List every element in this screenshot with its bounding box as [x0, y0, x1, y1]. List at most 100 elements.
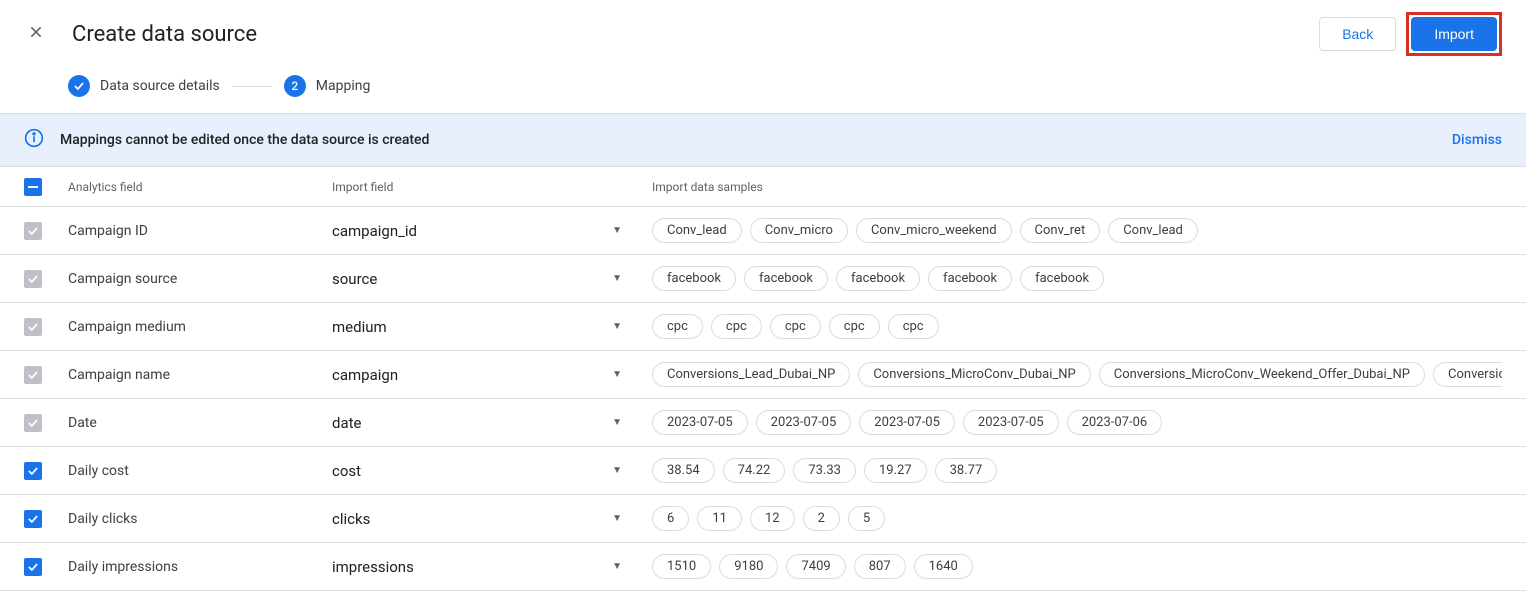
samples-cell: Conversions_Lead_Dubai_NPConversions_Mic…	[652, 362, 1502, 387]
sample-chip: 74.22	[723, 458, 786, 483]
import-field-dropdown[interactable]: medium▼	[332, 318, 652, 336]
sample-chip: 9180	[719, 554, 778, 579]
import-field-value: source	[332, 270, 377, 288]
import-field-dropdown[interactable]: cost ▼	[332, 462, 652, 480]
sample-chip: Conv_micro	[750, 218, 848, 243]
sample-chip: cpc	[770, 314, 821, 339]
import-field-value: clicks	[332, 510, 370, 528]
analytics-field-cell: Campaign medium	[68, 319, 332, 335]
sample-chip: 2023-07-05	[859, 410, 955, 435]
import-field-dropdown[interactable]: source ▼	[332, 270, 652, 288]
dismiss-button[interactable]: Dismiss	[1452, 132, 1502, 148]
step-1[interactable]: Data source details	[68, 75, 220, 97]
sample-chip: 5	[848, 506, 885, 531]
analytics-field-cell: Daily impressions	[68, 559, 332, 575]
back-button[interactable]: Back	[1319, 17, 1396, 51]
sample-chip: cpc	[829, 314, 880, 339]
step-label: Mapping	[316, 78, 371, 94]
col-header-import: Import field	[332, 180, 652, 194]
import-field-value: campaign_id	[332, 222, 417, 240]
sample-chip: facebook	[836, 266, 920, 291]
checkbox-cell	[24, 414, 68, 432]
analytics-field-cell: Campaign ID	[68, 223, 332, 239]
import-field-dropdown[interactable]: clicks ▼	[332, 510, 652, 528]
col-header-samples: Import data samples	[652, 180, 1502, 194]
sample-chip: facebook	[744, 266, 828, 291]
row-checkbox[interactable]	[24, 414, 42, 432]
import-field-dropdown[interactable]: campaign▼	[332, 366, 652, 384]
import-field-dropdown[interactable]: date▼	[332, 414, 652, 432]
checkbox-cell	[24, 318, 68, 336]
analytics-field-cell: Date	[68, 415, 332, 431]
import-field-value: impressions	[332, 558, 414, 576]
sample-chip: 1510	[652, 554, 711, 579]
row-checkbox[interactable]	[24, 510, 42, 528]
info-icon	[24, 128, 44, 152]
sample-chip: Conv_ret	[1020, 218, 1101, 243]
table-row: Datedate▼2023-07-052023-07-052023-07-052…	[0, 399, 1526, 447]
table-row: Campaign namecampaign▼Conversions_Lead_D…	[0, 351, 1526, 399]
analytics-field-cell: Daily clicks	[68, 511, 332, 527]
row-checkbox[interactable]	[24, 366, 42, 384]
row-checkbox[interactable]	[24, 270, 42, 288]
sample-chip: cpc	[711, 314, 762, 339]
close-icon[interactable]	[24, 20, 48, 48]
step-label: Data source details	[100, 78, 220, 94]
sample-chip: facebook	[652, 266, 736, 291]
checkbox-cell	[24, 366, 68, 384]
import-field-dropdown[interactable]: impressions ▼	[332, 558, 652, 576]
select-all-cell	[24, 178, 68, 196]
sample-chip: 2023-07-05	[756, 410, 852, 435]
samples-cell: cpccpccpccpccpc	[652, 314, 1502, 339]
analytics-field-cell: Daily cost	[68, 463, 332, 479]
row-checkbox[interactable]	[24, 462, 42, 480]
samples-cell: 2023-07-05 2023-07-05 2023-07-05 2023-07-05…	[652, 410, 1502, 435]
samples-cell: 6111225	[652, 506, 1502, 531]
sample-chip: Conv_lead	[1108, 218, 1198, 243]
chevron-down-icon: ▼	[612, 465, 622, 476]
checkbox-cell	[24, 510, 68, 528]
sample-chip: 2023-07-05	[652, 410, 748, 435]
check-circle-icon	[68, 75, 90, 97]
sample-chip: Conv_lead	[652, 218, 742, 243]
import-button[interactable]: Import	[1411, 17, 1497, 51]
sample-chip: 11	[697, 506, 742, 531]
header-left: Create data source	[24, 20, 257, 48]
sample-chip: 2023-07-05	[963, 410, 1059, 435]
sample-chip: 1640	[914, 554, 973, 579]
step-2[interactable]: 2 Mapping	[284, 75, 371, 97]
sample-chip: Conversions_RET_Le	[1433, 362, 1502, 387]
sample-chip: 19.27	[864, 458, 927, 483]
chevron-down-icon: ▼	[612, 417, 622, 428]
import-highlight: Import	[1406, 12, 1502, 56]
chevron-down-icon: ▼	[612, 273, 622, 284]
sample-chip: Conv_micro_weekend	[856, 218, 1012, 243]
sample-chip: 38.54	[652, 458, 715, 483]
import-field-dropdown[interactable]: campaign_id ▼	[332, 222, 652, 240]
row-checkbox[interactable]	[24, 558, 42, 576]
row-checkbox[interactable]	[24, 318, 42, 336]
analytics-field-cell: Campaign source	[68, 271, 332, 287]
table-row: Campaign IDcampaign_id ▼ Conv_lead Conv_mic…	[0, 207, 1526, 255]
table-row: Campaign mediummedium▼cpccpccpccpccpc	[0, 303, 1526, 351]
import-field-value: campaign	[332, 366, 398, 384]
samples-cell: 1510918074098071640	[652, 554, 1502, 579]
col-header-analytics: Analytics field	[68, 180, 332, 194]
row-checkbox[interactable]	[24, 222, 42, 240]
sample-chip: 2	[803, 506, 840, 531]
sample-chip: cpc	[652, 314, 703, 339]
sample-chip: Conversions_MicroConv_Weekend_Offer_Duba…	[1099, 362, 1425, 387]
select-all-checkbox[interactable]	[24, 178, 42, 196]
header-actions: Back Import	[1319, 12, 1502, 56]
import-field-value: cost	[332, 462, 361, 480]
import-field-value: medium	[332, 318, 387, 336]
chevron-down-icon: ▼	[612, 513, 622, 524]
table-row: Campaign sourcesource ▼ facebook facebook fa…	[0, 255, 1526, 303]
step-connector	[232, 86, 272, 87]
chevron-down-icon: ▼	[612, 225, 622, 236]
chevron-down-icon: ▼	[612, 561, 622, 572]
dialog-header: Create data source Back Import	[0, 0, 1526, 69]
sample-chip: 807	[854, 554, 906, 579]
col-header-import-label: Import field	[332, 180, 393, 194]
analytics-field-cell: Campaign name	[68, 367, 332, 383]
